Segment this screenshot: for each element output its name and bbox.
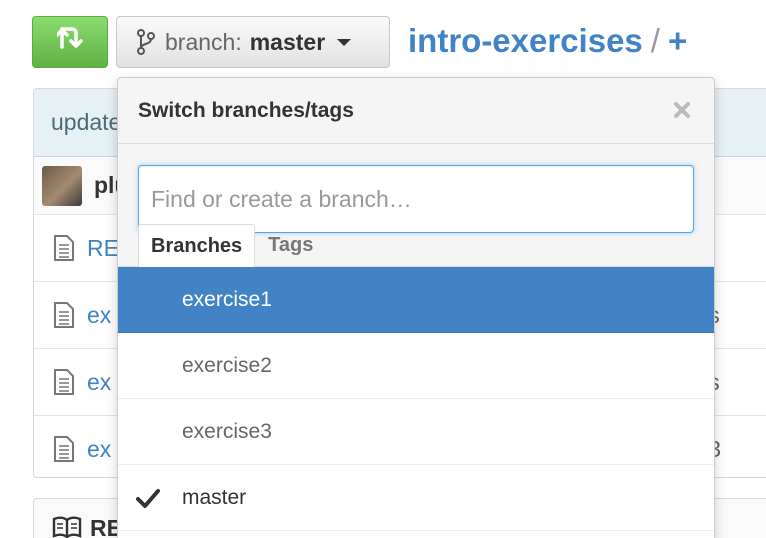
path-separator: / [650,22,660,59]
avatar[interactable] [42,165,82,206]
current-branch-label: master [249,28,326,55]
check-icon [136,485,162,511]
branch-item[interactable]: exercise3 [118,399,714,465]
branch-item[interactable]: master [118,465,714,531]
branch-item-label: master [182,485,247,509]
file-name-link[interactable]: ex [87,436,111,463]
compare-icon [55,25,83,60]
branch-switcher-menu: Switch branches/tags Branches Tags exerc… [117,77,715,538]
branch-prefix-label: branch: [165,28,242,55]
branch-icon [137,29,159,55]
branch-filter-input[interactable] [138,165,694,233]
menu-filter-area: Branches Tags [118,144,714,267]
branch-item-label: exercise3 [182,419,272,443]
menu-header: Switch branches/tags [118,78,714,144]
branch-item-label: exercise1 [182,287,272,311]
tab-tags[interactable]: Tags [255,224,326,266]
branch-item-label: exercise2 [182,353,272,377]
branch-select-button[interactable]: branch: master [116,16,390,68]
repo-name-link[interactable]: intro-exercises [408,22,643,59]
file-icon [53,368,77,396]
menu-title: Switch branches/tags [138,98,354,122]
repo-breadcrumb: intro-exercises / + [408,18,687,64]
file-name-link[interactable]: RE [87,235,119,262]
branch-item[interactable]: exercise1 [118,267,714,333]
file-icon [53,234,77,262]
close-icon[interactable] [668,96,696,124]
commit-message[interactable]: update [51,109,121,136]
add-file-button[interactable]: + [668,22,687,59]
branch-list: exercise1 exercise2 exercise3 master [118,267,714,531]
tab-branches[interactable]: Branches [138,224,256,267]
compare-button[interactable] [32,16,108,68]
menu-tabs: Branches Tags [138,224,326,267]
file-icon [53,301,77,329]
branch-item[interactable]: exercise2 [118,333,714,399]
file-name-link[interactable]: ex [87,302,111,329]
chevron-down-icon [337,38,352,46]
book-icon [52,515,82,538]
file-name-link[interactable]: ex [87,369,111,396]
file-icon [53,435,77,463]
